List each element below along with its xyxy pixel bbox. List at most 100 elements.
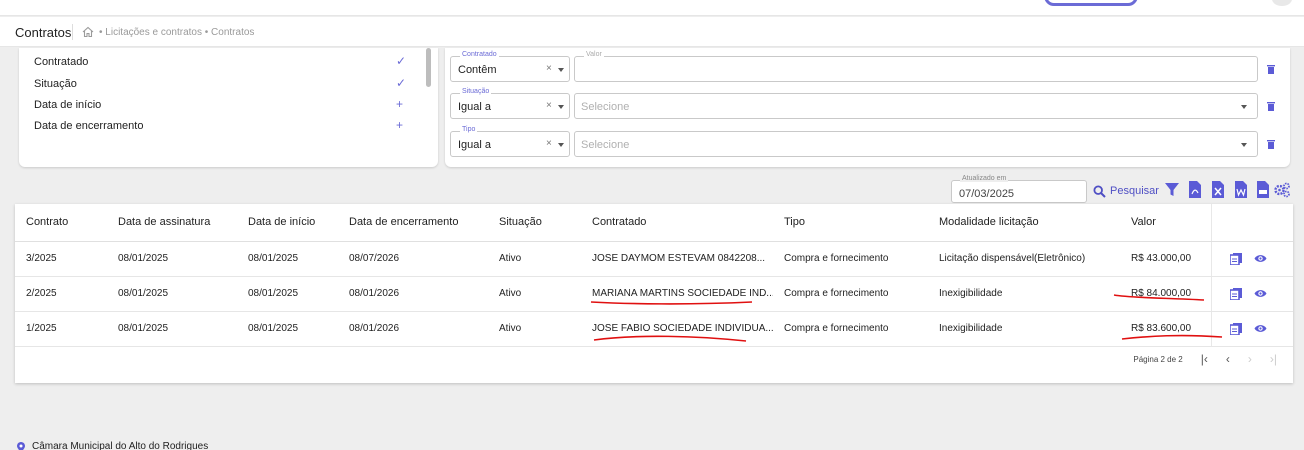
column-header[interactable]: Data de encerramento (338, 204, 488, 242)
filter-field-label: Situação (460, 88, 492, 95)
column-item-situacao[interactable]: Situação (34, 78, 77, 90)
actions-header (1210, 204, 1293, 242)
eye-icon[interactable] (1254, 254, 1267, 263)
chevron-down-icon[interactable] (558, 143, 564, 147)
cell-modalidade: Inexigibilidade (928, 311, 1120, 347)
cell-data-assinatura: 08/01/2025 (107, 241, 237, 277)
trash-icon[interactable] (1267, 101, 1275, 111)
filter-value-select[interactable]: Selecione (574, 131, 1258, 157)
filter-operator-value: Igual a (458, 101, 492, 113)
contracts-table-card: Contrato Data de assinatura Data de iníc… (15, 204, 1293, 383)
contracts-table: Contrato Data de assinatura Data de iníc… (15, 204, 1293, 347)
last-page-button[interactable]: ›| (1270, 352, 1277, 366)
trash-icon[interactable] (1267, 139, 1275, 149)
csv-export-icon[interactable] (1256, 181, 1270, 198)
cell-valor: R$ 84.000,00 (1120, 276, 1211, 312)
footer-text: Câmara Municipal do Alto do Rodrigues (32, 441, 209, 450)
filter-operator-value: Contêm (458, 64, 497, 76)
filter-value-input[interactable]: Valor (574, 51, 1258, 82)
home-icon[interactable] (82, 26, 94, 38)
column-header[interactable]: Contrato (15, 204, 107, 242)
cell-data-encerramento: 08/07/2026 (338, 241, 488, 277)
filter-value-label: Valor (584, 51, 604, 58)
search-button[interactable]: Pesquisar (1093, 183, 1159, 199)
column-item-data-inicio[interactable]: Data de início (34, 99, 101, 111)
filter-value-placeholder: Selecione (581, 139, 630, 151)
header-button[interactable] (1044, 0, 1138, 6)
chevron-down-icon[interactable] (1241, 105, 1247, 109)
next-page-button[interactable]: › (1248, 352, 1252, 366)
table-row[interactable]: 3/2025 08/01/2025 08/01/2025 08/07/2026 … (15, 241, 1293, 277)
filter-field-label: Contratado (460, 51, 499, 58)
breadcrumb[interactable]: • Licitações e contratos • Contratos (99, 27, 254, 38)
columns-panel: Contratado ✓ Situação ✓ Data de início +… (19, 48, 438, 167)
avatar[interactable] (1272, 0, 1292, 6)
document-icon[interactable] (1229, 322, 1242, 335)
excel-export-icon[interactable] (1211, 181, 1225, 198)
column-item-data-encerramento[interactable]: Data de encerramento (34, 120, 143, 132)
clear-icon[interactable]: × (546, 100, 552, 111)
trash-icon[interactable] (1267, 64, 1275, 74)
search-button-label: Pesquisar (1110, 185, 1159, 197)
cell-contrato: 2/2025 (15, 276, 107, 312)
settings-gears-icon[interactable] (1274, 181, 1290, 198)
document-icon[interactable] (1229, 287, 1242, 300)
filter-field-label: Tipo (460, 126, 478, 133)
cell-modalidade: Licitação dispensável(Eletrônico) (928, 241, 1120, 277)
updated-value: 07/03/2025 (959, 188, 1015, 200)
page-indicator: Página 2 de 2 (1133, 354, 1183, 364)
filter-value-placeholder: Selecione (581, 101, 630, 113)
check-icon[interactable]: ✓ (396, 54, 406, 68)
column-header[interactable]: Situação (488, 204, 581, 242)
cell-contrato: 1/2025 (15, 311, 107, 347)
cell-valor: R$ 43.000,00 (1120, 241, 1211, 277)
filter-value-select[interactable]: Selecione (574, 93, 1258, 119)
column-header[interactable]: Valor (1120, 204, 1211, 242)
plus-icon[interactable]: + (396, 97, 403, 111)
scrollbar[interactable] (426, 48, 431, 87)
clear-icon[interactable]: × (546, 63, 552, 74)
word-export-icon[interactable] (1234, 181, 1248, 198)
location-pin-icon (17, 441, 25, 450)
updated-label: Atualizado em (960, 175, 1009, 182)
top-header (0, 0, 1304, 16)
first-page-button[interactable]: |‹ (1201, 352, 1208, 366)
table-header-row: Contrato Data de assinatura Data de iníc… (15, 204, 1293, 242)
prev-page-button[interactable]: ‹ (1226, 352, 1230, 366)
chevron-down-icon[interactable] (558, 105, 564, 109)
filter-operator-value: Igual a (458, 139, 492, 151)
row-actions (1210, 311, 1293, 347)
column-item-contratado[interactable]: Contratado (34, 56, 88, 68)
pagination: Página 2 de 2 |‹ ‹ › ›| (1133, 352, 1277, 366)
cell-contrato: 3/2025 (15, 241, 107, 277)
cell-situacao: Ativo (488, 276, 581, 312)
updated-date-field[interactable]: Atualizado em 07/03/2025 (951, 175, 1087, 203)
row-actions (1210, 241, 1293, 277)
pdf-export-icon[interactable] (1188, 181, 1202, 198)
check-icon[interactable]: ✓ (396, 76, 406, 90)
chevron-down-icon[interactable] (1241, 143, 1247, 147)
filter-operator-select[interactable]: Contratado Contêm × (450, 51, 570, 82)
column-header[interactable]: Modalidade licitação (928, 204, 1120, 242)
column-header[interactable]: Contratado (581, 204, 773, 242)
table-row[interactable]: 2/2025 08/01/2025 08/01/2025 08/01/2026 … (15, 276, 1293, 312)
cell-modalidade: Inexigibilidade (928, 276, 1120, 312)
document-icon[interactable] (1229, 252, 1242, 265)
filter-operator-select[interactable]: Situação Igual a × (450, 88, 570, 119)
cell-data-inicio: 08/01/2025 (237, 276, 338, 312)
eye-icon[interactable] (1254, 289, 1267, 298)
column-header[interactable]: Data de assinatura (107, 204, 237, 242)
filter-icon[interactable] (1165, 181, 1179, 198)
cell-situacao: Ativo (488, 311, 581, 347)
plus-icon[interactable]: + (396, 118, 403, 132)
eye-icon[interactable] (1254, 324, 1267, 333)
column-header[interactable]: Tipo (773, 204, 928, 242)
cell-data-encerramento: 08/01/2026 (338, 276, 488, 312)
chevron-down-icon[interactable] (558, 68, 564, 72)
clear-icon[interactable]: × (546, 138, 552, 149)
column-header[interactable]: Data de início (237, 204, 338, 242)
filter-operator-select[interactable]: Tipo Igual a × (450, 126, 570, 157)
table-row[interactable]: 1/2025 08/01/2025 08/01/2025 08/01/2026 … (15, 311, 1293, 347)
search-icon (1093, 184, 1106, 198)
cell-data-inicio: 08/01/2025 (237, 311, 338, 347)
